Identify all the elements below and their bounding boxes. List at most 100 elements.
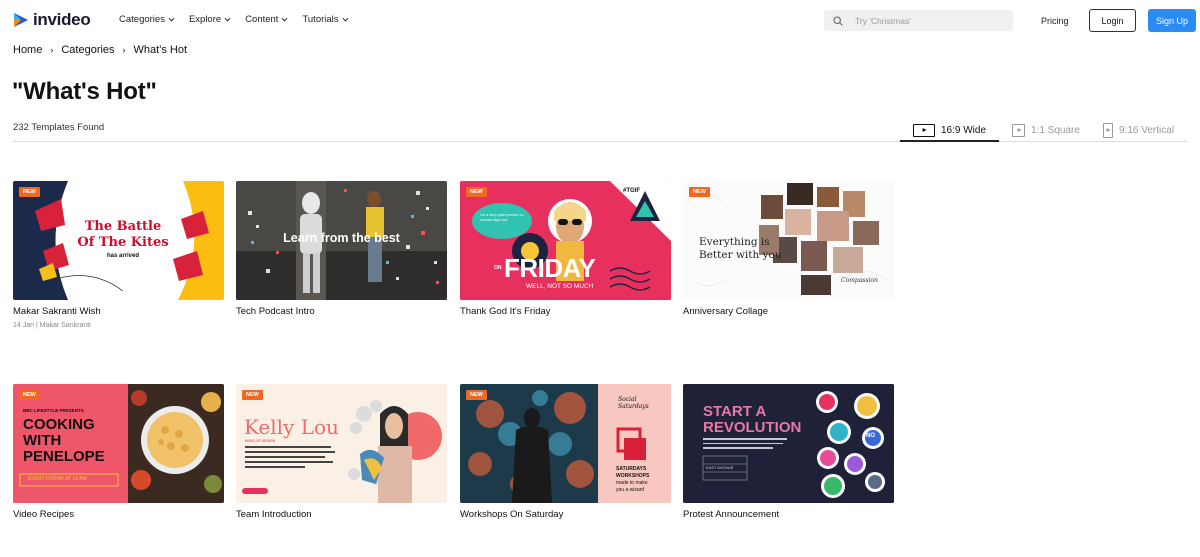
thumb-line: SATURDAYS: [616, 466, 647, 472]
tab-label: 9:16 Vertical: [1119, 124, 1175, 136]
template-thumbnail[interactable]: NEW The Battle Of The Kites has arrived: [13, 181, 224, 300]
nav-label: Content: [245, 14, 279, 25]
new-badge: NEW: [242, 390, 263, 400]
brand-text: Social Saturdays: [618, 396, 649, 410]
chevron-down-icon: [281, 17, 288, 22]
thumb-line: Better with you: [699, 249, 782, 261]
template-title[interactable]: Thank God It's Friday: [460, 306, 671, 317]
play-square-icon: [1012, 123, 1025, 137]
desc-line: [703, 438, 787, 440]
thumb-line: Everything is: [699, 236, 770, 248]
thumbnail-text: COOKING WITH PENELOPE: [23, 417, 105, 465]
chevron-down-icon: [168, 17, 175, 22]
role-text: HEAD OF DESIGN: [245, 439, 276, 443]
thumb-line: has arrived: [106, 253, 140, 259]
thumbnail-text: The Battle Of The Kites has arrived: [73, 219, 173, 261]
nav-categories[interactable]: Categories: [119, 14, 175, 25]
nav-label: Explore: [188, 14, 222, 25]
breadcrumb-categories[interactable]: Categories: [61, 44, 114, 56]
search-bar: [824, 10, 1013, 31]
logo-text: invideo: [33, 10, 91, 29]
template-title[interactable]: Anniversary Collage: [683, 306, 894, 317]
thumb-line: REVOLUTION: [703, 419, 802, 436]
friday-text: FRIDAY: [504, 253, 596, 283]
template-thumbnail[interactable]: NEW #TGIF I'm a very quiet person on nor…: [460, 181, 671, 300]
thumb-line: Of The Kites: [77, 235, 169, 250]
template-title[interactable]: Makar Sakranti Wish: [13, 306, 224, 317]
template-card-video-recipes[interactable]: NEW BBC LIFESTYLE PRESENTS COOKING WITH …: [13, 384, 224, 520]
compassion-text: Compassion: [841, 277, 878, 284]
template-card-tgif[interactable]: NEW #TGIF I'm a very quiet person on nor…: [460, 181, 671, 317]
template-title[interactable]: Protest Announcement: [683, 509, 894, 520]
thumb-line: The Battle: [84, 219, 162, 234]
template-card-workshops[interactable]: NEW Social Saturdays SATURDAYS WORKSHOPS…: [460, 384, 671, 520]
nav-label: Tutorials: [302, 14, 339, 25]
thumbnail-text: SATURDAYS WORKSHOPS made to make you a w…: [616, 466, 650, 494]
play-vertical-icon: [1103, 122, 1113, 138]
new-badge: NEW: [689, 187, 710, 197]
template-card-anniversary[interactable]: NEW Everything is Better with you Compas…: [683, 181, 894, 317]
new-badge: NEW: [19, 390, 40, 400]
tab-label: 1:1 Square: [1031, 124, 1080, 136]
hashtag-text: #TGIF: [623, 188, 641, 194]
play-wide-icon: [913, 123, 935, 137]
template-thumbnail[interactable]: NEW Social Saturdays SATURDAYS WORKSHOPS…: [460, 384, 671, 503]
template-card-tech-podcast[interactable]: Learn from the best Tech Podcast Intro: [236, 181, 447, 317]
search-input[interactable]: [855, 15, 1005, 26]
tab-9-16-vertical[interactable]: 9:16 Vertical: [1103, 119, 1174, 141]
tabs-divider: [13, 141, 1187, 142]
login-button[interactable]: Login: [1089, 9, 1136, 32]
thumb-line: made to make you a wizard: [616, 480, 648, 493]
thumbnail-text: START A REVOLUTION: [703, 404, 801, 436]
template-thumbnail[interactable]: NEW Everything is Better with you Compas…: [683, 181, 894, 300]
main-nav: Categories Explore Content Tutorials: [119, 14, 363, 25]
new-badge: NEW: [19, 187, 40, 197]
template-card-team-introduction[interactable]: NEW Kelly Lou HEAD OF DESIGN Team Introd…: [236, 384, 447, 520]
template-title[interactable]: Team Introduction: [236, 509, 447, 520]
chevron-down-icon: [224, 17, 231, 22]
nav-label: Categories: [119, 14, 165, 25]
desc-lines: [703, 438, 793, 449]
desc-line: [703, 447, 773, 449]
signup-button[interactable]: Sign Up: [1148, 9, 1196, 32]
breadcrumb-home[interactable]: Home: [13, 44, 42, 56]
template-title[interactable]: Workshops On Saturday: [460, 509, 671, 520]
breadcrumb-separator: ›: [122, 45, 126, 55]
bio-line: [245, 446, 331, 448]
presenter-text: BBC LIFESTYLE PRESENTS: [23, 408, 84, 413]
breadcrumb: Home › Categories › What's Hot: [13, 44, 187, 56]
thumbnail-text: Everything is Better with you: [699, 236, 782, 262]
thumb-line: WITH: [23, 432, 62, 449]
template-thumbnail[interactable]: NO START A REVOLUTION EAST AVENUE: [683, 384, 894, 503]
template-card-makar-sakranti[interactable]: NEW The Battle Of The Kites has arrived …: [13, 181, 224, 329]
nav-tutorials[interactable]: Tutorials: [302, 14, 349, 25]
templates-count: 232 Templates Found: [13, 122, 105, 133]
invideo-logo[interactable]: invideo: [13, 10, 91, 30]
search-icon: [833, 15, 843, 26]
breadcrumb-current: What's Hot: [133, 44, 187, 56]
logo-icon: [14, 13, 28, 27]
nav-explore[interactable]: Explore: [189, 14, 231, 25]
bio-line: [245, 451, 335, 453]
template-title[interactable]: Video Recipes: [13, 509, 224, 520]
nav-content[interactable]: Content: [245, 14, 288, 25]
template-thumbnail[interactable]: NEW BBC LIFESTYLE PRESENTS COOKING WITH …: [13, 384, 224, 503]
bubble-text: I'm a very quiet person on normal days b…: [480, 213, 524, 222]
template-title[interactable]: Tech Podcast Intro: [236, 306, 447, 317]
breadcrumb-separator: ›: [50, 45, 54, 55]
template-thumbnail[interactable]: Learn from the best: [236, 181, 447, 300]
template-thumbnail[interactable]: NEW Kelly Lou HEAD OF DESIGN: [236, 384, 447, 503]
bio-line: [245, 461, 333, 463]
desc-line: [703, 442, 783, 444]
new-badge: NEW: [466, 390, 487, 400]
bio-lines: [245, 446, 335, 468]
tab-1-1-square[interactable]: 1:1 Square: [1012, 119, 1080, 141]
template-card-protest[interactable]: NO START A REVOLUTION EAST AVENUE Protes…: [683, 384, 894, 520]
no-text: NO: [866, 433, 875, 439]
thumb-line: WORKSHOPS: [616, 473, 650, 479]
name-text: Kelly Lou: [244, 415, 339, 439]
pricing-link[interactable]: Pricing: [1041, 16, 1069, 26]
tab-16-9-wide[interactable]: 16:9 Wide: [913, 119, 986, 141]
thumb-line: START A: [703, 403, 767, 420]
thumb-line: PENELOPE: [23, 448, 105, 465]
